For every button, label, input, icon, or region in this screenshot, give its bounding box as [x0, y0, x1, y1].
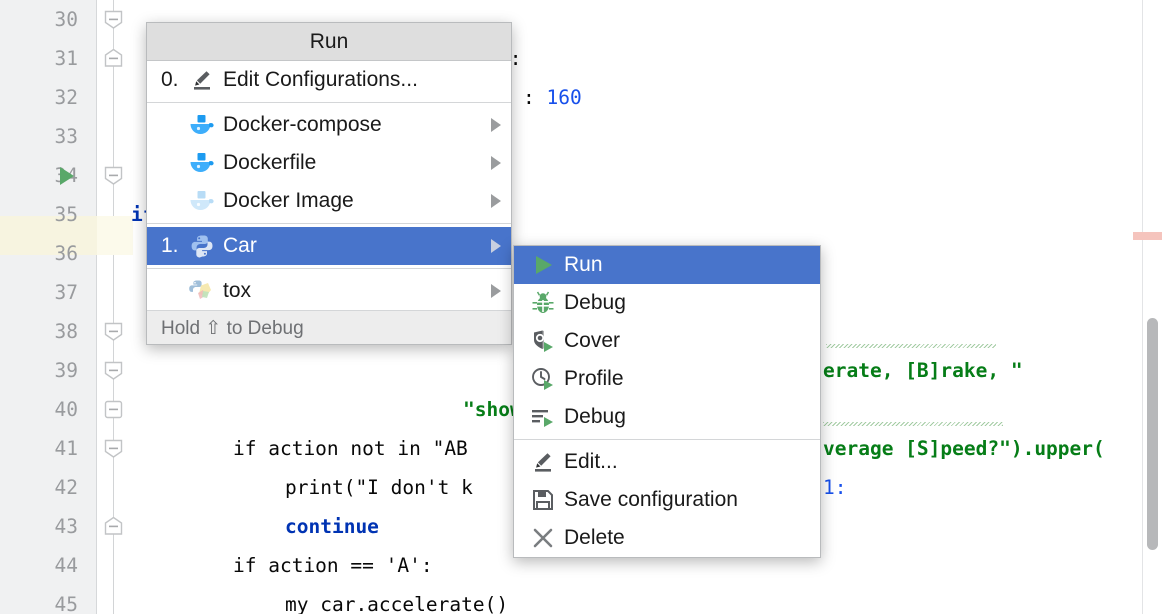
item-label: Profile — [558, 367, 810, 391]
warning-squiggle — [823, 422, 1003, 426]
item-label: Car — [217, 234, 483, 258]
line-number: 36 — [0, 234, 78, 273]
menu-separator — [147, 102, 511, 103]
warning-squiggle — [826, 344, 996, 348]
submenu-arrow-icon — [491, 284, 501, 298]
item-label: Debug — [558, 291, 810, 315]
shift-key-icon: ⇧ — [205, 317, 221, 339]
docker-faded-icon — [187, 189, 217, 213]
fold-toggle-icon[interactable] — [104, 166, 123, 185]
docker-icon — [187, 113, 217, 137]
run-popup-item-tox[interactable]: tox — [147, 272, 511, 310]
fold-toggle-icon[interactable] — [104, 322, 123, 341]
fold-toggle-icon[interactable] — [104, 439, 123, 458]
run-actions-submenu[interactable]: Run Debug Cover Profile Debug Edit... Save con… — [513, 245, 821, 558]
item-label: Debug — [558, 405, 810, 429]
editor-scrollbar-track[interactable] — [1142, 0, 1162, 614]
submenu-item-cover-2[interactable]: Cover — [514, 322, 820, 360]
error-stripe-marker[interactable] — [1133, 232, 1162, 240]
item-label: Run — [558, 253, 810, 277]
run-popup-item-dockerfile[interactable]: Dockerfile — [147, 144, 511, 182]
submenu-item-profile-3[interactable]: Profile — [514, 360, 820, 398]
line-number: 45 — [0, 585, 78, 614]
submenu-item-run-0[interactable]: Run — [514, 246, 820, 284]
menu-separator — [147, 268, 511, 269]
item-mnemonic: 1. — [161, 234, 187, 258]
docker-icon — [187, 151, 217, 175]
code-line: elif action == 'B': — [133, 585, 1162, 614]
run-popup-item-car[interactable]: 1. Car — [147, 227, 511, 265]
footer-suffix: to Debug — [227, 318, 304, 339]
profile-clock-icon — [528, 367, 558, 391]
coverage-icon — [528, 329, 558, 353]
popup-footer-hint: Hold ⇧ to Debug — [147, 310, 511, 344]
line-number: 32 — [0, 78, 78, 117]
code-number: 160 — [546, 86, 581, 109]
submenu-arrow-icon — [491, 239, 501, 253]
pencil-icon — [528, 450, 558, 474]
run-popup-item-docker-compose[interactable]: Docker-compose — [147, 106, 511, 144]
submenu-item-delete-7[interactable]: Delete — [514, 519, 820, 557]
item-label: Docker-compose — [217, 113, 483, 137]
line-number: 41 — [0, 429, 78, 468]
submenu-item-edit-5[interactable]: Edit... — [514, 443, 820, 481]
submenu-item-save-configuration-6[interactable]: Save configuration — [514, 481, 820, 519]
delete-x-icon — [528, 526, 558, 550]
item-label: Dockerfile — [217, 151, 483, 175]
submenu-arrow-icon — [491, 156, 501, 170]
tox-icon — [187, 279, 217, 303]
fold-toggle-icon[interactable] — [104, 10, 123, 29]
submenu-items[interactable]: Run Debug Cover Profile Debug Edit... Save con… — [514, 246, 820, 557]
python-icon — [187, 234, 217, 258]
item-label: Delete — [558, 526, 810, 550]
item-label: Cover — [558, 329, 810, 353]
run-configurations-popup[interactable]: Run 0. Edit Configurations... Docker-compo… — [146, 22, 512, 345]
line-number: 30 — [0, 0, 78, 39]
line-number: 33 — [0, 117, 78, 156]
line-number: 39 — [0, 351, 78, 390]
debug-bug-icon — [528, 291, 558, 315]
line-number: 44 — [0, 546, 78, 585]
item-label: Edit... — [558, 450, 810, 474]
fold-toggle-icon[interactable] — [104, 49, 123, 68]
fold-toggle-icon[interactable] — [104, 400, 123, 419]
item-label: Docker Image — [217, 189, 483, 213]
line-number: 40 — [0, 390, 78, 429]
item-label: Save configuration — [558, 488, 810, 512]
line-number: 42 — [0, 468, 78, 507]
popup-title: Run — [147, 23, 511, 61]
pencil-icon — [187, 68, 217, 92]
line-number: 43 — [0, 507, 78, 546]
run-popup-item-edit-configurations[interactable]: 0. Edit Configurations... — [147, 61, 511, 99]
run-play-icon — [528, 253, 558, 277]
menu-separator — [147, 223, 511, 224]
line-number: 38 — [0, 312, 78, 351]
ide-window: 3031323334353637383940414243444546 def d… — [0, 0, 1162, 614]
line-number: 37 — [0, 273, 78, 312]
save-disk-icon — [528, 488, 558, 512]
menu-separator — [514, 439, 820, 440]
debug-list-icon — [528, 405, 558, 429]
item-label: tox — [217, 279, 483, 303]
gutter-run-icon[interactable] — [60, 167, 74, 185]
fold-toggle-icon[interactable] — [104, 517, 123, 536]
editor-scrollbar-thumb[interactable] — [1147, 318, 1158, 550]
submenu-item-debug-1[interactable]: Debug — [514, 284, 820, 322]
run-popup-item-docker-image[interactable]: Docker Image — [147, 182, 511, 220]
footer-prefix: Hold — [161, 318, 200, 339]
run-popup-items[interactable]: 0. Edit Configurations... Docker-compose Do… — [147, 61, 511, 310]
submenu-item-debug-4[interactable]: Debug — [514, 398, 820, 436]
item-mnemonic: 0. — [161, 68, 187, 92]
line-number: 35 — [0, 195, 78, 234]
fold-toggle-icon[interactable] — [104, 361, 123, 380]
submenu-arrow-icon — [491, 118, 501, 132]
submenu-arrow-icon — [491, 194, 501, 208]
item-label: Edit Configurations... — [217, 68, 501, 92]
line-number: 31 — [0, 39, 78, 78]
